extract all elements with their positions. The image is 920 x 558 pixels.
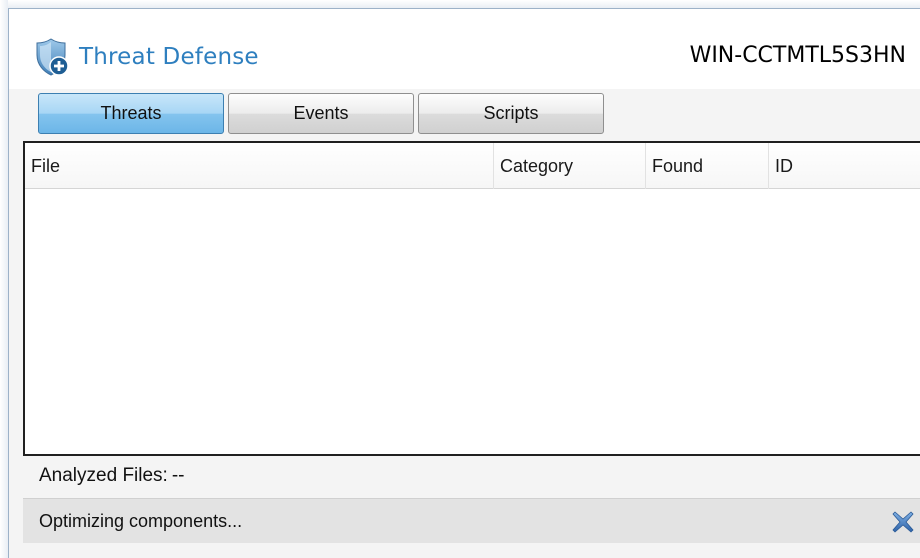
table-body[interactable] (25, 189, 920, 454)
column-header-file[interactable]: File (25, 143, 494, 189)
threats-table: File Category Found ID (23, 141, 920, 456)
column-header-id[interactable]: ID (769, 143, 920, 189)
window-top-edge (0, 0, 920, 8)
app-title: Threat Defense (79, 44, 259, 70)
host-name: WIN-CCTMTL5S3HN (689, 43, 906, 68)
analyzed-files-value: -- (171, 465, 185, 486)
column-header-found[interactable]: Found (646, 143, 769, 189)
close-icon (892, 511, 914, 533)
analyzed-files-label: Analyzed Files: (39, 465, 168, 486)
app-title-group: Threat Defense (35, 37, 259, 77)
window-left-edge (0, 0, 8, 558)
analyzed-files: Analyzed Files: -- (39, 465, 185, 487)
status-bar: Optimizing components... (23, 498, 920, 543)
app-header: Threat Defense WIN-CCTMTL5S3HN (9, 9, 920, 89)
column-header-category[interactable]: Category (494, 143, 646, 189)
tab-threats[interactable]: Threats (38, 93, 224, 134)
tab-scripts[interactable]: Scripts (418, 93, 604, 134)
table-header: File Category Found ID (25, 143, 920, 189)
shield-icon (36, 38, 69, 76)
threat-defense-window: Threat Defense WIN-CCTMTL5S3HN Threats E… (8, 8, 920, 558)
status-text: Optimizing components... (39, 511, 243, 531)
tab-events[interactable]: Events (228, 93, 414, 134)
close-button[interactable] (888, 507, 918, 537)
